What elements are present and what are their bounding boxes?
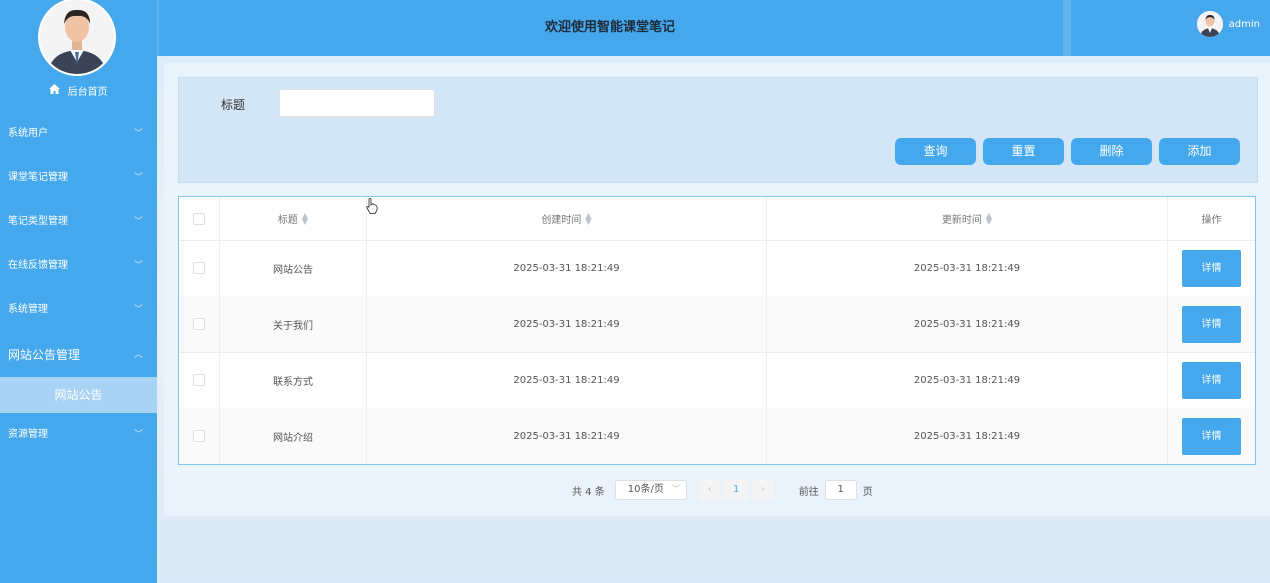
- chevron-down-icon: ﹀: [133, 173, 143, 183]
- cell-updated: 2025-03-31 18:21:49: [767, 352, 1168, 408]
- sidebar-item-label: 系统管理: [8, 304, 48, 315]
- chevron-down-icon: ﹀: [133, 217, 143, 227]
- sidebar-subitem-announcement[interactable]: 网站公告: [0, 377, 157, 413]
- sidebar-item-label: 网站公告管理: [8, 348, 81, 362]
- cell-title: 网站介绍: [220, 408, 367, 464]
- reset-button[interactable]: 重置: [983, 138, 1064, 165]
- table-row: 联系方式 2025-03-31 18:21:49 2025-03-31 18:2…: [179, 352, 1255, 409]
- page-title: 欢迎使用智能课堂笔记: [544, 20, 675, 35]
- sidebar-home-link[interactable]: 后台首页: [0, 84, 157, 101]
- row-select-cell: [179, 352, 220, 408]
- cell-actions: 详情: [1168, 240, 1255, 296]
- column-header-title[interactable]: 标题 ▲ ▼: [220, 197, 367, 240]
- goto-page-input[interactable]: 1: [824, 480, 857, 500]
- page-size-value: 10条/页: [627, 484, 664, 495]
- row-select-cell: [179, 240, 220, 296]
- select-all-checkbox[interactable]: [193, 212, 205, 225]
- user-avatar-large: [38, 0, 116, 76]
- cell-created: 2025-03-31 18:21:49: [367, 408, 767, 464]
- user-menu[interactable]: admin: [1196, 10, 1260, 38]
- cell-updated: 2025-03-31 18:21:49: [767, 296, 1168, 352]
- sidebar: 后台首页 系统用户 ﹀ 课堂笔记管理 ﹀ 笔记类型管理 ﹀ 在线反馈管理 ﹀ 系…: [0, 0, 157, 583]
- goto-label: 前往: [798, 486, 819, 498]
- announcement-table: 标题 ▲ ▼ 创建时间 ▲ ▼ 更新时间 ▲ ▼ 操作 网站公告 2025-03-31 18…: [178, 196, 1256, 465]
- column-updated-label: 更新时间: [941, 215, 982, 226]
- column-title-label: 标题: [277, 215, 298, 226]
- detail-button[interactable]: 详情: [1182, 249, 1241, 287]
- page-suffix: 页: [862, 486, 873, 498]
- sidebar-item-label: 在线反馈管理: [8, 260, 68, 271]
- pagination-total: 共 4 条: [572, 486, 605, 498]
- sidebar-item-system-users[interactable]: 系统用户 ﹀: [0, 112, 157, 156]
- sort-icon[interactable]: ▲ ▼: [986, 211, 992, 225]
- column-header-created[interactable]: 创建时间 ▲ ▼: [367, 197, 767, 240]
- sidebar-item-label: 资源管理: [8, 429, 48, 440]
- detail-button[interactable]: 详情: [1182, 305, 1241, 343]
- cell-updated: 2025-03-31 18:21:49: [767, 240, 1168, 296]
- cell-created: 2025-03-31 18:21:49: [367, 240, 767, 296]
- home-label: 后台首页: [67, 87, 108, 98]
- sidebar-item-feedback[interactable]: 在线反馈管理 ﹀: [0, 244, 157, 288]
- header-divider: [1063, 0, 1071, 56]
- username: admin: [1228, 18, 1260, 30]
- home-icon: [49, 84, 61, 100]
- column-header-actions: 操作: [1201, 215, 1222, 226]
- prev-page-button[interactable]: ‹: [698, 480, 721, 500]
- search-title-label: 标题: [221, 98, 246, 112]
- cell-title: 关于我们: [220, 296, 367, 352]
- cell-actions: 详情: [1168, 352, 1255, 408]
- sort-icon[interactable]: ▲ ▼: [302, 211, 308, 225]
- avatar: [1196, 11, 1223, 37]
- row-checkbox[interactable]: [193, 318, 205, 330]
- table-row: 网站公告 2025-03-31 18:21:49 2025-03-31 18:2…: [179, 240, 1255, 297]
- chevron-up-icon: ︿: [133, 350, 143, 360]
- page-size-select[interactable]: 10条/页 ﹀: [614, 480, 687, 500]
- add-button[interactable]: 添加: [1159, 138, 1240, 165]
- cell-updated: 2025-03-31 18:21:49: [767, 408, 1168, 464]
- row-select-cell: [179, 296, 220, 352]
- chevron-down-icon: ﹀: [133, 305, 143, 315]
- cell-title: 联系方式: [220, 352, 367, 408]
- sidebar-item-class-notes[interactable]: 课堂笔记管理 ﹀: [0, 156, 157, 200]
- delete-button[interactable]: 删除: [1071, 138, 1152, 165]
- sidebar-item-system-management[interactable]: 系统管理 ﹀: [0, 288, 157, 332]
- detail-button[interactable]: 详情: [1182, 417, 1241, 455]
- header-select-cell: [179, 197, 220, 240]
- cell-title: 网站公告: [220, 240, 367, 296]
- chevron-down-icon: ﹀: [133, 430, 143, 440]
- table-row: 关于我们 2025-03-31 18:21:49 2025-03-31 18:2…: [179, 296, 1255, 353]
- sidebar-item-resources[interactable]: 资源管理 ﹀: [0, 413, 157, 457]
- table-header-row: 标题 ▲ ▼ 创建时间 ▲ ▼ 更新时间 ▲ ▼ 操作: [179, 197, 1255, 241]
- next-page-button[interactable]: ›: [751, 480, 774, 500]
- column-header-updated[interactable]: 更新时间 ▲ ▼: [767, 197, 1168, 240]
- chevron-down-icon: ﹀: [133, 129, 143, 139]
- chevron-down-icon: ﹀: [671, 485, 681, 495]
- query-button[interactable]: 查询: [895, 138, 976, 165]
- row-checkbox[interactable]: [193, 374, 205, 386]
- search-title-input[interactable]: [279, 89, 435, 117]
- sidebar-item-label: 系统用户: [8, 128, 48, 139]
- sidebar-item-announcements[interactable]: 网站公告管理 ︿: [0, 333, 157, 377]
- row-checkbox[interactable]: [193, 430, 205, 442]
- sidebar-item-label: 课堂笔记管理: [8, 172, 68, 183]
- chevron-down-icon: ﹀: [133, 261, 143, 271]
- cell-actions: 详情: [1168, 296, 1255, 352]
- cell-created: 2025-03-31 18:21:49: [367, 296, 767, 352]
- row-select-cell: [179, 408, 220, 464]
- hand-cursor-icon: [366, 198, 378, 218]
- page-number-current[interactable]: 1: [723, 480, 749, 500]
- cell-actions: 详情: [1168, 408, 1255, 464]
- top-header: 欢迎使用智能课堂笔记 admin: [157, 0, 1270, 56]
- sidebar-item-note-types[interactable]: 笔记类型管理 ﹀: [0, 200, 157, 244]
- sidebar-item-label: 笔记类型管理: [8, 216, 68, 227]
- cell-created: 2025-03-31 18:21:49: [367, 352, 767, 408]
- pagination: 共 4 条 10条/页 ﹀ ‹ 1 › 前往 1 页: [572, 480, 873, 500]
- row-checkbox[interactable]: [193, 262, 205, 274]
- table-row: 网站介绍 2025-03-31 18:21:49 2025-03-31 18:2…: [179, 408, 1255, 464]
- sort-icon[interactable]: ▲ ▼: [585, 211, 591, 225]
- column-created-label: 创建时间: [541, 215, 582, 226]
- detail-button[interactable]: 详情: [1182, 361, 1241, 399]
